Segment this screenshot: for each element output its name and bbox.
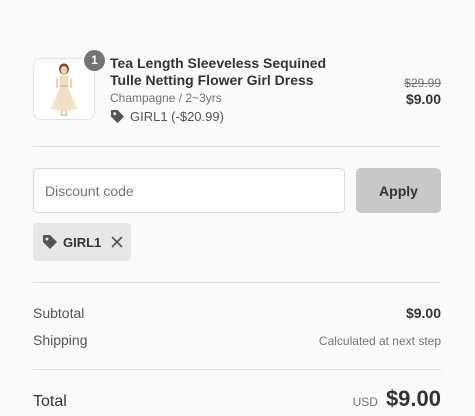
tag-icon (43, 235, 57, 249)
total-amount: $9.00 (385, 386, 441, 411)
line-discount: GIRL1 (-$20.99) (110, 109, 224, 124)
line-discount-text: GIRL1 (-$20.99) (130, 109, 224, 124)
shipping-label: Shipping (33, 332, 88, 348)
applied-discount-code: GIRL1 (63, 234, 102, 250)
total-value-group: USD $9.00 (353, 386, 441, 412)
discount-code-input[interactable] (33, 168, 345, 213)
divider (33, 282, 441, 283)
order-summary: 1 Tea Length Sleeveless Sequined Tulle N… (0, 0, 475, 416)
close-icon[interactable] (111, 236, 123, 248)
applied-discount-chip: GIRL1 (33, 223, 131, 261)
currency-code: USD (352, 395, 378, 409)
subtotal-value: $9.00 (405, 305, 441, 321)
product-variant: Champagne / 2~3yrs (110, 91, 222, 105)
tag-icon (110, 109, 125, 124)
line-item: 1 Tea Length Sleeveless Sequined Tulle N… (33, 50, 441, 130)
divider (33, 369, 441, 370)
dress-thumbnail-icon (34, 59, 94, 119)
product-title: Tea Length Sleeveless Sequined Tulle Net… (110, 55, 327, 88)
remove-discount-button[interactable] (110, 235, 124, 249)
divider (33, 146, 441, 147)
line-price: $9.00 (405, 91, 441, 107)
shipping-value: Calculated at next step (318, 334, 441, 348)
subtotal-label: Subtotal (33, 305, 85, 321)
apply-button[interactable]: Apply (356, 168, 441, 213)
quantity-badge: 1 (84, 50, 105, 71)
total-label: Total (33, 393, 67, 410)
compare-at-price: $29.99 (404, 76, 441, 90)
